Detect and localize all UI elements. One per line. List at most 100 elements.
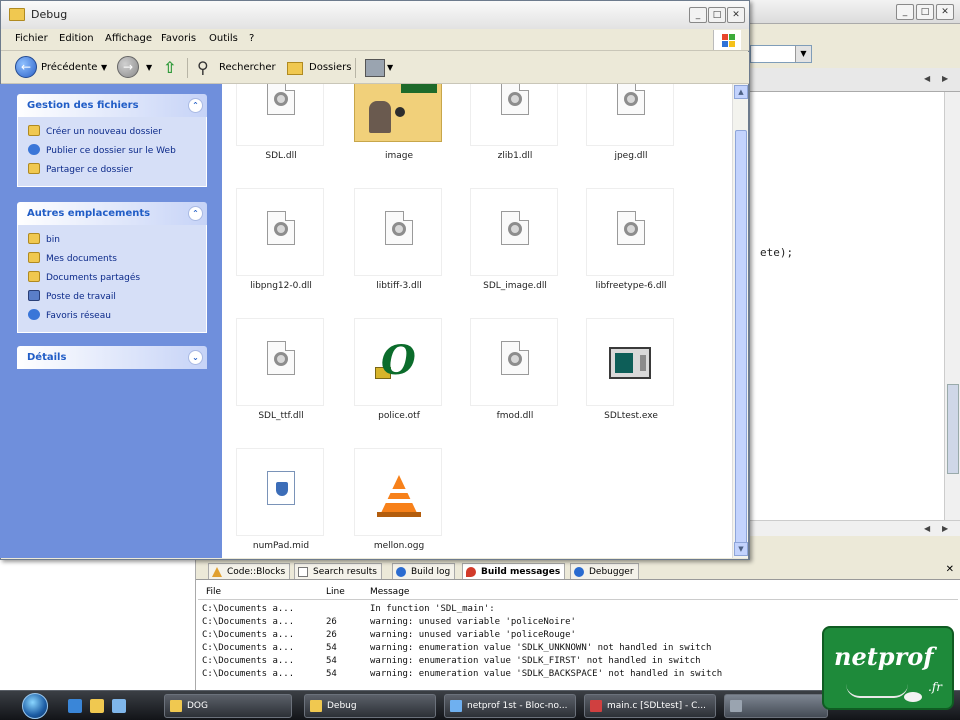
netprof-logo: netprof .fr <box>822 626 954 710</box>
scroll-up-icon[interactable]: ▲ <box>734 85 748 99</box>
other-places-panel: bin Mes documents Documents partagés Pos… <box>17 225 207 333</box>
tab-build-log[interactable]: Build log <box>392 563 456 579</box>
file-item[interactable]: numPad.mid <box>236 448 326 551</box>
menu-edition[interactable]: Edition <box>59 33 94 44</box>
ide-minimize-button[interactable]: _ <box>896 4 914 20</box>
file-item[interactable]: SDL_image.dll <box>470 188 560 291</box>
file-tasks-header[interactable]: Gestion des fichiers ⌃ <box>17 94 207 117</box>
menu-help[interactable]: ? <box>249 33 254 44</box>
chevron-down-icon[interactable]: ▼ <box>146 56 152 80</box>
tab-codeblocks[interactable]: Code::Blocks <box>208 563 291 579</box>
share-folder-link[interactable]: Partager ce dossier <box>28 163 133 175</box>
show-desktop-icon[interactable] <box>112 699 126 713</box>
file-item[interactable]: fmod.dll <box>470 318 560 421</box>
file-thumbnail <box>586 188 674 276</box>
file-item[interactable]: image <box>354 84 444 161</box>
place-network[interactable]: Favoris réseau <box>28 309 111 321</box>
collapse-icon[interactable]: ⌃ <box>188 98 203 113</box>
file-view-scrollbar[interactable]: ▲ ▼ <box>732 84 748 558</box>
file-thumbnail <box>470 84 558 146</box>
close-button[interactable]: ✕ <box>727 7 745 23</box>
collapse-icon[interactable]: ⌃ <box>188 206 203 221</box>
taskbar: DOG Debug netprof 1st - Bloc-no... main.… <box>0 690 960 720</box>
editor-vertical-scrollbar[interactable] <box>944 92 960 520</box>
menu-favoris[interactable]: Favoris <box>161 33 196 44</box>
file-item[interactable]: SDL_ttf.dll <box>236 318 326 421</box>
details-header[interactable]: Détails ⌄ <box>17 346 207 369</box>
log-row[interactable]: C:\Documents a... 54 warning: enumeratio… <box>200 656 820 669</box>
search-icon[interactable]: ⚲ <box>197 56 209 80</box>
column-message[interactable]: Message <box>370 587 409 597</box>
editor-horizontal-scrollbar[interactable]: ◀ ▶ <box>748 520 960 536</box>
place-my-documents[interactable]: Mes documents <box>28 252 117 264</box>
file-item[interactable]: SDLtest.exe <box>586 318 676 421</box>
ide-target-combo[interactable]: ▼ <box>750 45 812 63</box>
ide-close-button[interactable]: ✕ <box>936 4 954 20</box>
maximize-button[interactable]: □ <box>708 7 726 23</box>
chevron-down-icon[interactable]: ▼ <box>795 46 811 62</box>
taskbar-item-active[interactable] <box>724 694 828 718</box>
chevron-down-icon[interactable]: ▼ <box>101 56 107 80</box>
place-my-computer[interactable]: Poste de travail <box>28 290 116 302</box>
minimize-button[interactable]: _ <box>689 7 707 23</box>
file-item[interactable]: jpeg.dll <box>586 84 676 161</box>
scroll-down-icon[interactable]: ▼ <box>734 542 748 556</box>
new-folder-link[interactable]: Créer un nouveau dossier <box>28 125 162 137</box>
log-row[interactable]: C:\Documents a... 54 warning: enumeratio… <box>200 669 820 682</box>
menu-affichage[interactable]: Affichage <box>105 33 152 44</box>
tab-debugger[interactable]: Debugger <box>570 563 639 579</box>
code-editor[interactable] <box>748 92 944 520</box>
back-button[interactable]: Précédente <box>41 56 97 80</box>
back-arrow-icon[interactable]: ← <box>15 56 37 78</box>
search-button[interactable]: Rechercher <box>219 56 276 80</box>
tab-scroll-left-icon[interactable]: ◀ <box>924 74 930 83</box>
place-bin[interactable]: bin <box>28 233 60 245</box>
gear-icon <box>396 567 406 577</box>
tab-scroll-right-icon[interactable]: ▶ <box>942 74 948 83</box>
forward-arrow-icon[interactable]: → <box>117 56 139 78</box>
publish-web-link[interactable]: Publier ce dossier sur le Web <box>28 144 176 156</box>
ide-maximize-button[interactable]: □ <box>916 4 934 20</box>
scrollbar-thumb[interactable] <box>947 384 959 474</box>
file-item[interactable]: mellon.ogg <box>354 448 444 551</box>
taskbar-item[interactable]: main.c [SDLtest] - C... <box>584 694 716 718</box>
taskbar-item[interactable]: Debug <box>304 694 436 718</box>
file-item[interactable]: zlib1.dll <box>470 84 560 161</box>
explorer-titlebar[interactable]: Debug _ □ ✕ <box>1 1 749 29</box>
log-row[interactable]: C:\Documents a... 26 warning: unused var… <box>200 630 800 643</box>
log-message: warning: enumeration value 'SDLK_UNKNOWN… <box>370 643 712 653</box>
other-places-header[interactable]: Autres emplacements ⌃ <box>17 202 207 225</box>
file-view[interactable]: SDL.dll image zlib1.dll jpeg.dll libpng1… <box>222 84 732 558</box>
scroll-left-icon[interactable]: ◀ <box>924 524 930 533</box>
taskbar-item[interactable]: netprof 1st - Bloc-no... <box>444 694 576 718</box>
up-folder-icon[interactable]: ⇧ <box>163 56 176 80</box>
file-item[interactable]: O police.otf <box>354 318 444 421</box>
column-line[interactable]: Line <box>326 587 345 597</box>
explorer-icon[interactable] <box>90 699 104 713</box>
log-file: C:\Documents a... <box>202 656 295 666</box>
file-item[interactable]: libtiff-3.dll <box>354 188 444 291</box>
log-row[interactable]: C:\Documents a... In function 'SDL_main'… <box>200 604 800 617</box>
tab-build-messages[interactable]: Build messages <box>462 563 566 579</box>
scroll-right-icon[interactable]: ▶ <box>942 524 948 533</box>
chevron-down-icon[interactable]: ▼ <box>387 56 393 80</box>
place-shared-documents[interactable]: Documents partagés <box>28 271 140 283</box>
tab-search-results[interactable]: Search results <box>294 563 382 579</box>
folders-button[interactable]: Dossiers <box>309 56 352 80</box>
ie-icon[interactable] <box>68 699 82 713</box>
column-file[interactable]: File <box>206 587 221 597</box>
menu-outils[interactable]: Outils <box>209 33 238 44</box>
taskbar-item[interactable]: DOG <box>164 694 292 718</box>
views-icon[interactable] <box>365 59 385 77</box>
taskbar-label: main.c [SDLtest] - C... <box>607 701 706 711</box>
menu-fichier[interactable]: Fichier <box>15 33 48 44</box>
file-item[interactable]: SDL.dll <box>236 84 326 161</box>
close-icon[interactable]: ✕ <box>946 564 954 575</box>
file-item[interactable]: libfreetype-6.dll <box>586 188 676 291</box>
log-row[interactable]: C:\Documents a... 54 warning: enumeratio… <box>200 643 820 656</box>
expand-icon[interactable]: ⌄ <box>188 350 203 365</box>
scrollbar-thumb[interactable] <box>735 130 747 550</box>
file-item[interactable]: libpng12-0.dll <box>236 188 326 291</box>
log-row[interactable]: C:\Documents a... 26 warning: unused var… <box>200 617 800 630</box>
start-button[interactable] <box>22 693 48 719</box>
